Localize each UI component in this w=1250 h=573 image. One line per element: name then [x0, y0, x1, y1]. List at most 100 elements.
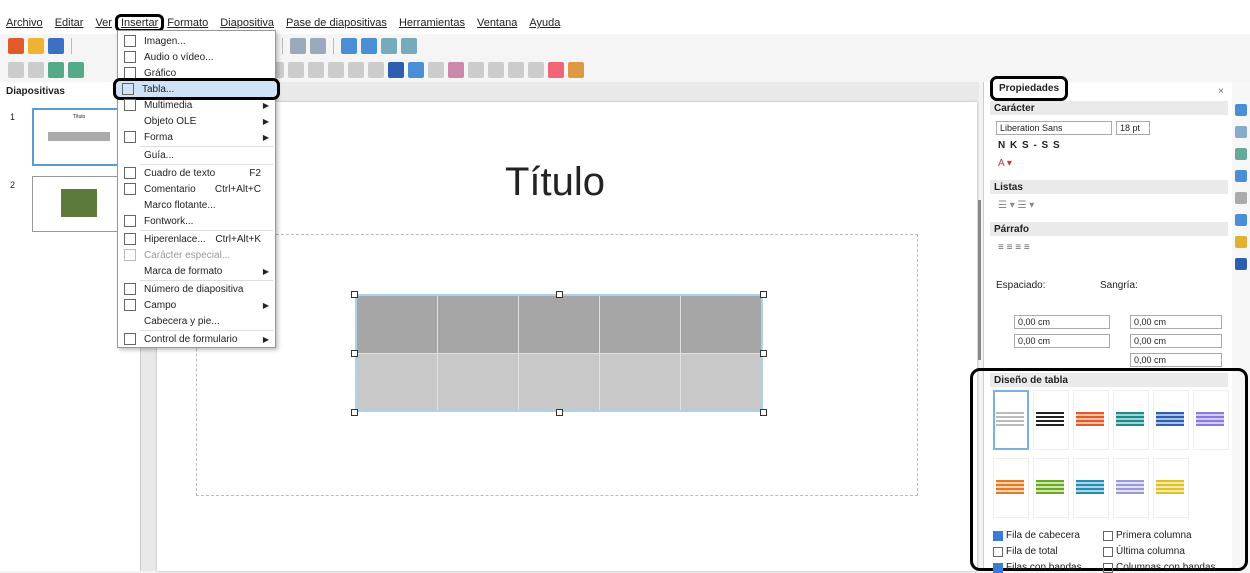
spacing-below-field[interactable]: 0,00 cm [1014, 334, 1110, 348]
checkbox-primera-columna[interactable]: Primera columna [1103, 530, 1192, 541]
menu-item-marca-formato[interactable]: Marca de formato ▶ [118, 263, 275, 279]
find-icon[interactable] [290, 38, 306, 54]
menu-item-cabecera-pie[interactable]: Cabecera y pie... [118, 313, 275, 329]
menu-pase[interactable]: Pase de diapositivas [280, 17, 393, 29]
menu-item-campo[interactable]: Campo ▶ [118, 297, 275, 313]
table-cell[interactable] [600, 296, 680, 353]
slide-icon[interactable] [401, 38, 417, 54]
table-cell[interactable] [681, 296, 761, 353]
resize-handle[interactable] [351, 350, 358, 357]
indent-after-field[interactable]: 0,00 cm [1130, 334, 1222, 348]
table-cell[interactable] [519, 296, 599, 353]
menu-ventana[interactable]: Ventana [471, 17, 523, 29]
zoom-icon[interactable] [28, 62, 44, 78]
styles-tab-icon[interactable] [1235, 126, 1247, 138]
line-color-icon[interactable] [48, 62, 64, 78]
menu-item-forma[interactable]: Forma ▶ [118, 129, 275, 145]
3d-icon[interactable] [388, 62, 404, 78]
menu-formato[interactable]: Formato [161, 17, 214, 29]
slide-thumbnail-2[interactable] [32, 176, 124, 232]
table-cell[interactable] [357, 353, 437, 410]
slide-thumbnail-1[interactable]: Título [32, 108, 126, 166]
slide-title[interactable]: Título [450, 160, 660, 205]
menu-item-guia[interactable]: Guía... [118, 147, 275, 163]
resize-handle[interactable] [351, 409, 358, 416]
slide-table[interactable] [355, 294, 763, 412]
list-buttons[interactable]: ☰ ▾ ☰ ▾ [998, 200, 1034, 211]
shadow-icon[interactable] [488, 62, 504, 78]
resize-handle[interactable] [760, 291, 767, 298]
checkbox-filas-bandas[interactable]: Filas con bandas [993, 562, 1082, 573]
section-caracter[interactable]: Carácter [990, 101, 1228, 115]
menu-item-grafico[interactable]: Gráfico [118, 65, 275, 81]
checkbox-fila-cabecera[interactable]: Fila de cabecera [993, 530, 1080, 541]
resize-handle[interactable] [556, 409, 563, 416]
transition-tab-icon[interactable] [1235, 258, 1247, 270]
spacing-above-field[interactable]: 0,00 cm [1014, 315, 1110, 329]
menu-item-cuadro-texto[interactable]: Cuadro de texto F2 [118, 165, 275, 181]
menu-editar[interactable]: Editar [49, 17, 90, 29]
gallery-tab-icon[interactable] [1235, 148, 1247, 160]
resize-handle[interactable] [760, 350, 767, 357]
resize-handle[interactable] [351, 291, 358, 298]
table-cell[interactable] [681, 353, 761, 410]
menu-item-marco-flotante[interactable]: Marco flotante... [118, 197, 275, 213]
vertical-scrollbar[interactable] [978, 200, 981, 360]
select-icon[interactable] [8, 62, 24, 78]
resize-handle[interactable] [556, 291, 563, 298]
navigator-tab-icon[interactable] [1235, 170, 1247, 182]
fill-icon[interactable] [68, 62, 84, 78]
checkbox-columnas-bandas[interactable]: Columnas con bandas [1103, 562, 1216, 573]
display-icon[interactable] [381, 38, 397, 54]
table-cell[interactable] [519, 353, 599, 410]
section-listas[interactable]: Listas [990, 180, 1228, 194]
arrow-icon[interactable] [308, 62, 324, 78]
format-buttons[interactable]: N K S - S S [998, 140, 1061, 151]
save-icon[interactable] [48, 38, 64, 54]
smiley-icon[interactable] [288, 62, 304, 78]
menu-archivo[interactable]: Archivo [0, 17, 49, 29]
font-size-field[interactable]: 18 pt [1116, 121, 1150, 135]
crop-icon[interactable] [508, 62, 524, 78]
menu-ver[interactable]: Ver [89, 17, 118, 29]
font-color-icon[interactable]: A ▾ [998, 158, 1012, 169]
menu-item-tabla[interactable]: Tabla... [113, 78, 280, 100]
menu-herramientas[interactable]: Herramientas [393, 17, 471, 29]
table-cell[interactable] [600, 353, 680, 410]
menu-item-numero-diapositiva[interactable]: Número de diapositiva [118, 281, 275, 297]
star-icon[interactable] [368, 62, 384, 78]
menu-item-audio-video[interactable]: Audio o vídeo... [118, 49, 275, 65]
resize-handle[interactable] [760, 409, 767, 416]
font-name-field[interactable]: Liberation Sans [996, 121, 1112, 135]
table-cell[interactable] [438, 353, 518, 410]
align-buttons[interactable]: ≡ ≡ ≡ ≡ [998, 242, 1030, 253]
menu-diapositiva[interactable]: Diapositiva [214, 17, 280, 29]
menu-item-imagen[interactable]: Imagen... [118, 33, 275, 49]
align-icon[interactable] [428, 62, 444, 78]
shapes-tab-icon[interactable] [1235, 192, 1247, 204]
menu-item-fontwork[interactable]: Fontwork... [118, 213, 275, 229]
menu-item-multimedia[interactable]: Multimedia ▶ [118, 97, 275, 113]
flowchart-icon[interactable] [328, 62, 344, 78]
points-icon[interactable] [548, 62, 564, 78]
table-cell[interactable] [357, 296, 437, 353]
table-cell[interactable] [438, 296, 518, 353]
menu-item-caracter-especial[interactable]: Carácter especial... [118, 247, 275, 263]
section-parrafo[interactable]: Párrafo [990, 222, 1228, 236]
animation-tab-icon[interactable] [1235, 236, 1247, 248]
menu-item-objeto-ole[interactable]: Objeto OLE ▶ [118, 113, 275, 129]
distribute-icon[interactable] [468, 62, 484, 78]
arrange-icon[interactable] [448, 62, 464, 78]
table-icon[interactable] [361, 38, 377, 54]
menu-item-comentario[interactable]: Comentario Ctrl+Alt+C [118, 181, 275, 197]
menu-item-hiperenlace[interactable]: Hiperenlace... Ctrl+Alt+K [118, 231, 275, 247]
grid-icon[interactable] [341, 38, 357, 54]
checkbox-fila-total[interactable]: Fila de total [993, 546, 1058, 557]
rotate-icon[interactable] [408, 62, 424, 78]
properties-tab-icon[interactable] [1235, 104, 1247, 116]
indent-before-field[interactable]: 0,00 cm [1130, 315, 1222, 329]
new-icon[interactable] [8, 38, 24, 54]
spellcheck-icon[interactable] [310, 38, 326, 54]
filter-icon[interactable] [528, 62, 544, 78]
glue-icon[interactable] [568, 62, 584, 78]
